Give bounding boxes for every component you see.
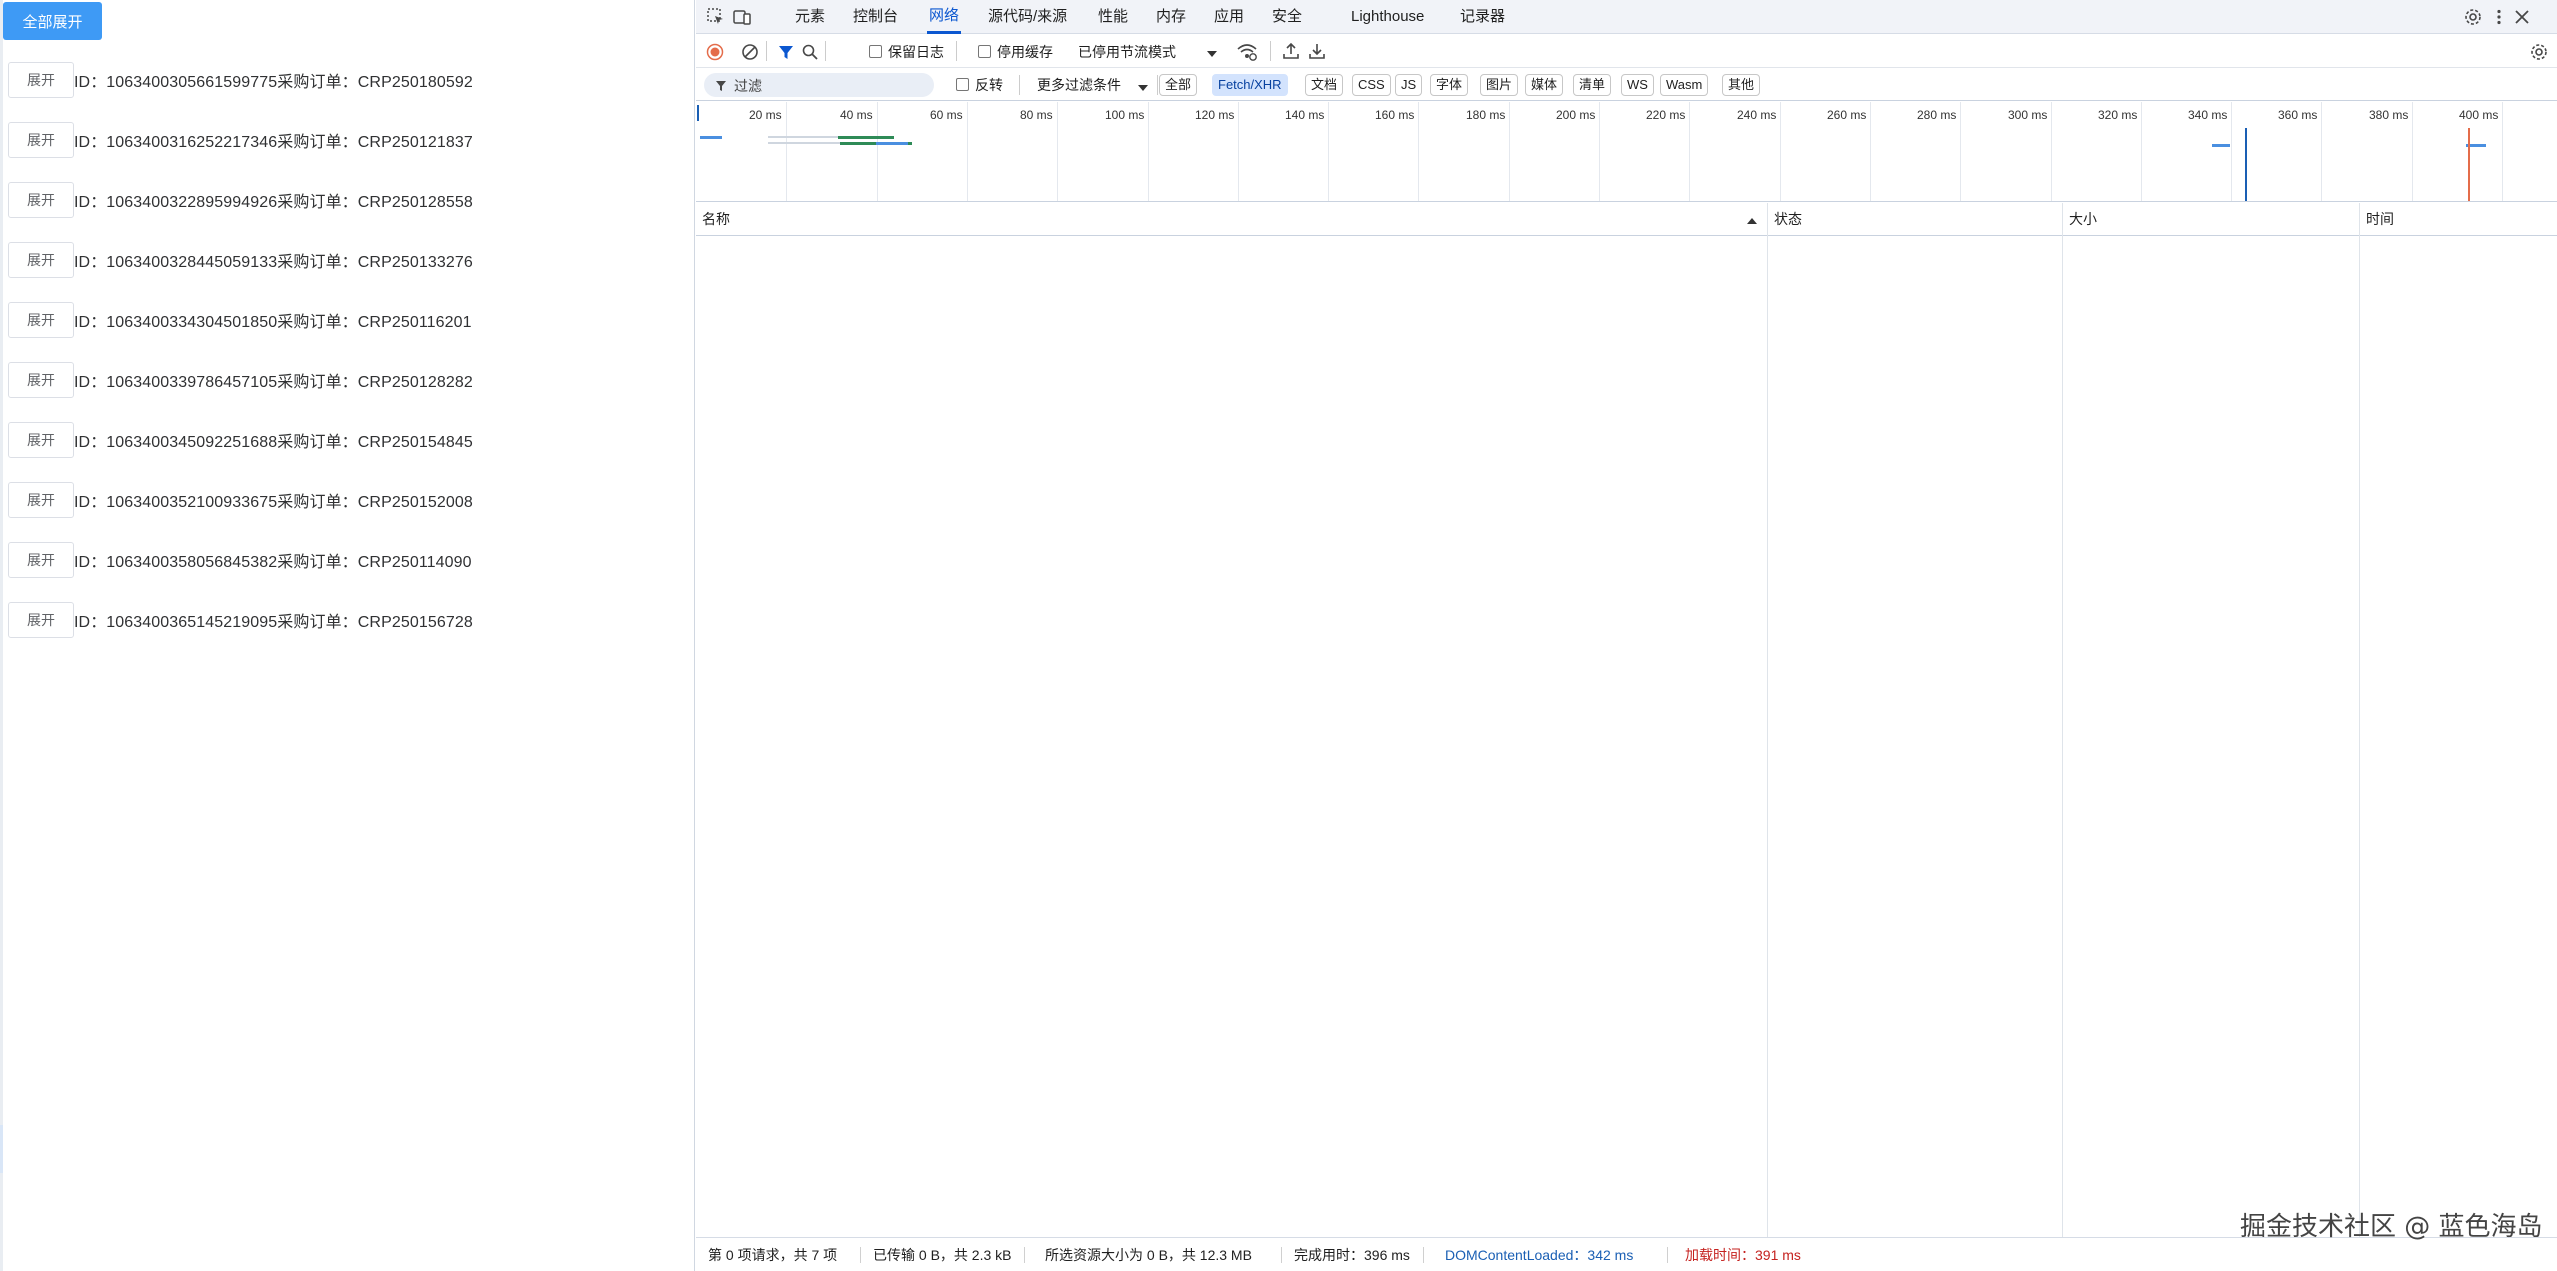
- preserve-log-checkbox[interactable]: [869, 45, 882, 58]
- tab-3[interactable]: 源代码/来源: [986, 0, 1069, 34]
- tab-5[interactable]: 内存: [1154, 0, 1188, 34]
- filter-chip[interactable]: 媒体: [1525, 74, 1564, 96]
- filter-chip[interactable]: Fetch/XHR: [1212, 74, 1288, 96]
- import-har-icon[interactable]: [1282, 42, 1300, 65]
- throttling-select[interactable]: 已停用节流模式: [1078, 42, 1176, 62]
- network-toolbar: 保留日志 停用缓存 已停用节流模式: [696, 35, 2557, 68]
- list-item: 展开 ID：1063400316252217346采购订单：CRP25012183…: [8, 122, 473, 158]
- disable-cache-checkbox[interactable]: [978, 45, 991, 58]
- more-options-icon[interactable]: [2489, 7, 2509, 27]
- watermark: 掘金技术社区 @ 蓝色海岛: [2240, 1212, 2543, 1242]
- filter-chip[interactable]: Wasm: [1660, 74, 1709, 96]
- expand-button[interactable]: 展开: [8, 542, 74, 578]
- load-time: 加载时间：391 ms: [1685, 1247, 1801, 1263]
- more-filters-chevron-icon[interactable]: [1137, 80, 1149, 98]
- filter-chip[interactable]: 字体: [1430, 74, 1469, 96]
- expand-button[interactable]: 展开: [8, 602, 74, 638]
- sort-ascending-icon[interactable]: [1746, 213, 1758, 231]
- tab-2[interactable]: 网络: [927, 0, 962, 34]
- filter-placeholder: 过滤: [734, 78, 762, 94]
- order-text: ID：1063400316252217346采购订单：CRP250121837: [74, 134, 473, 151]
- close-icon[interactable]: [2512, 7, 2532, 27]
- request-count: 第 0 项请求，共 7 项: [708, 1247, 838, 1263]
- dom-content-loaded-time: DOMContentLoaded：342 ms: [1445, 1247, 1634, 1263]
- order-text: ID：1063400345092251688采购订单：CRP250154845: [74, 434, 473, 451]
- resource-size: 所选资源大小为 0 B，共 12.3 MB: [1045, 1247, 1252, 1263]
- tab-7[interactable]: 安全: [1270, 0, 1304, 34]
- expand-all-button[interactable]: 全部展开: [3, 2, 102, 40]
- column-name[interactable]: 名称: [696, 203, 730, 236]
- filter-chip[interactable]: 文档: [1305, 74, 1344, 96]
- expand-button[interactable]: 展开: [8, 362, 74, 398]
- device-toolbar-icon[interactable]: [732, 7, 752, 27]
- page-left-edge: [0, 0, 3, 1271]
- more-filters-dropdown[interactable]: 更多过滤条件: [1037, 75, 1121, 95]
- invert-label: 反转: [975, 77, 1003, 93]
- devtools-tabbar: 元素 控制台 网络 源代码/来源 性能 内存 应用 安全 Lighthouse 记录器: [696, 0, 2557, 34]
- filter-chip[interactable]: 清单: [1573, 74, 1612, 96]
- expand-button[interactable]: 展开: [8, 122, 74, 158]
- web-page: 全部展开 展开 ID：1063400305661599775采购订单：CRP250…: [0, 0, 695, 1271]
- network-settings-icon[interactable]: [2529, 42, 2549, 67]
- order-text: ID：1063400352100933675采购订单：CRP250152008: [74, 494, 473, 511]
- filter-input[interactable]: 过滤: [704, 73, 934, 97]
- list-item: 展开 ID：1063400339786457105采购订单：CRP25012828…: [8, 362, 473, 398]
- tab-1[interactable]: 控制台: [851, 0, 900, 34]
- export-har-icon[interactable]: [1308, 42, 1326, 65]
- tab-4[interactable]: 性能: [1096, 0, 1130, 34]
- network-overview-timeline[interactable]: 20 ms 40 ms 60 ms 80 ms 100 ms 120 ms 140 ms 16…: [696, 102, 2557, 202]
- order-text: ID：1063400365145219095采购订单：CRP250156728: [74, 614, 473, 631]
- tab-0[interactable]: 元素: [793, 0, 827, 34]
- list-item: 展开 ID：1063400322895994926采购订单：CRP25012855…: [8, 182, 473, 218]
- tab-9[interactable]: 记录器: [1458, 0, 1507, 34]
- expand-button[interactable]: 展开: [8, 62, 74, 98]
- list-item: 展开 ID：1063400345092251688采购订单：CRP25015484…: [8, 422, 473, 458]
- expand-button[interactable]: 展开: [8, 422, 74, 458]
- settings-icon[interactable]: [2463, 7, 2483, 27]
- network-conditions-icon[interactable]: [1236, 42, 1258, 67]
- list-item: 展开 ID：1063400365145219095采购订单：CRP25015672…: [8, 602, 473, 638]
- order-text: ID：1063400339786457105采购订单：CRP250128282: [74, 374, 473, 391]
- order-text: ID：1063400334304501850采购订单：CRP250116201: [74, 314, 472, 331]
- disable-cache-label: 停用缓存: [997, 44, 1053, 60]
- order-text: ID：1063400328445059133采购订单：CRP250133276: [74, 254, 473, 271]
- requests-table-header: 名称 状态 大小 时间: [696, 203, 2557, 236]
- invert-checkbox[interactable]: [956, 78, 969, 91]
- expand-button[interactable]: 展开: [8, 482, 74, 518]
- list-item: 展开 ID：1063400334304501850采购订单：CRP25011620…: [8, 302, 472, 338]
- list-item: 展开 ID：1063400358056845382采购订单：CRP25011409…: [8, 542, 472, 578]
- filter-chip[interactable]: 其他: [1722, 74, 1761, 96]
- filter-icon[interactable]: [777, 43, 795, 66]
- filter-chip[interactable]: CSS: [1352, 74, 1391, 96]
- transferred-size: 已传输 0 B，共 2.3 kB: [873, 1247, 1012, 1263]
- tab-6[interactable]: 应用: [1212, 0, 1246, 34]
- finish-time: 完成用时：396 ms: [1294, 1247, 1410, 1263]
- order-text: ID：1063400322895994926采购订单：CRP250128558: [74, 194, 473, 211]
- filter-chip[interactable]: 图片: [1480, 74, 1519, 96]
- chevron-down-icon[interactable]: [1206, 46, 1218, 64]
- list-item: 展开 ID：1063400328445059133采购订单：CRP25013327…: [8, 242, 473, 278]
- preserve-log-label: 保留日志: [888, 44, 944, 60]
- record-icon[interactable]: [706, 43, 724, 66]
- column-status[interactable]: 状态: [1768, 203, 1802, 236]
- search-icon[interactable]: [801, 43, 819, 66]
- filter-chip[interactable]: 全部: [1159, 74, 1198, 96]
- order-text: ID：1063400305661599775采购订单：CRP250180592: [74, 74, 473, 91]
- inspect-element-icon[interactable]: [706, 7, 726, 27]
- order-text: ID：1063400358056845382采购订单：CRP250114090: [74, 554, 472, 571]
- filter-bar: 过滤 反转 更多过滤条件 全部 Fetch/XHR 文档 CSS JS 字体 图片 媒体 清单 W…: [696, 69, 2557, 101]
- list-item: 展开 ID：1063400305661599775采购订单：CRP25018059…: [8, 62, 473, 98]
- column-size[interactable]: 大小: [2063, 203, 2097, 236]
- filter-chip[interactable]: JS: [1395, 74, 1423, 96]
- funnel-icon: [715, 79, 727, 97]
- tab-8[interactable]: Lighthouse: [1349, 0, 1426, 34]
- expand-button[interactable]: 展开: [8, 182, 74, 218]
- devtools-panel: 元素 控制台 网络 源代码/来源 性能 内存 应用 安全 Lighthouse 记录器: [696, 0, 2557, 1271]
- clear-icon[interactable]: [741, 43, 759, 66]
- list-item: 展开 ID：1063400352100933675采购订单：CRP25015200…: [8, 482, 473, 518]
- expand-button[interactable]: 展开: [8, 302, 74, 338]
- filter-chip[interactable]: WS: [1621, 74, 1654, 96]
- column-time[interactable]: 时间: [2360, 203, 2394, 236]
- expand-button[interactable]: 展开: [8, 242, 74, 278]
